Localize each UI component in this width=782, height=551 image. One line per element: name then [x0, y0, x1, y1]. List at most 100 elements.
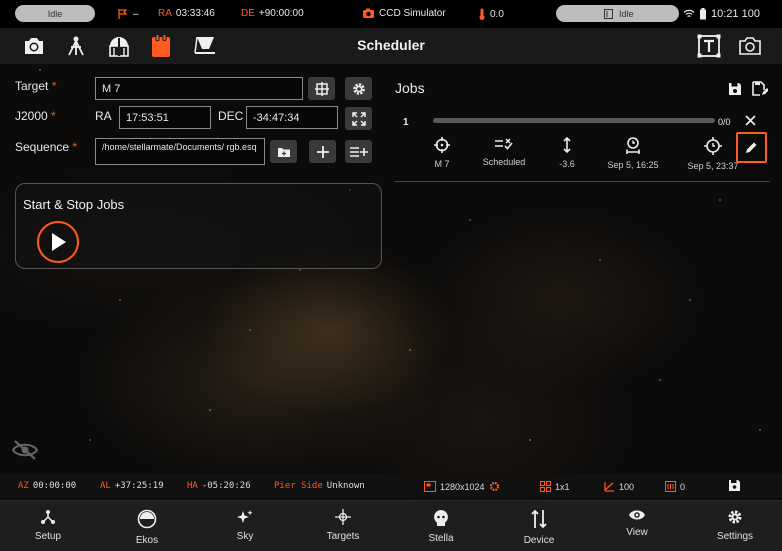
expand-coords-button[interactable]: [345, 107, 372, 130]
ra-status-value: 03:33:46: [175, 8, 215, 19]
system-tray: 10:21 100: [683, 8, 760, 20]
start-button[interactable]: [37, 221, 79, 263]
nav-targets[interactable]: Targets: [303, 509, 383, 542]
de-status-value: +90:00:00: [258, 8, 304, 19]
page-title: Scheduler: [357, 37, 425, 53]
pencil-icon: [746, 142, 757, 153]
gain-icon: [604, 482, 614, 492]
view-icon: [629, 510, 645, 520]
dec-input[interactable]: -34:47:34: [246, 106, 338, 129]
device-icon: [531, 509, 547, 529]
text-frame-icon: [697, 34, 721, 58]
text-tool-button[interactable]: [696, 33, 722, 59]
save-icon: [729, 83, 741, 95]
nav-ekos[interactable]: Ekos: [107, 509, 187, 546]
ra-status: RA 03:33:46: [158, 8, 215, 19]
add-job-button[interactable]: [309, 140, 336, 163]
job-end-time-value: Sep 5, 23:37: [687, 161, 739, 171]
sky-icon: [237, 510, 253, 523]
j2000-label: J2000 *: [15, 109, 56, 123]
status-bar: Idle – RA 03:33:46 DE +90:00:00 CCD Simu…: [0, 0, 782, 28]
thermometer-icon: [479, 8, 485, 20]
end-time-icon: [704, 137, 722, 155]
job-status-cell: Scheduled: [469, 137, 539, 167]
folder-icon: [277, 147, 290, 157]
jobs-title: Jobs: [395, 80, 425, 96]
ra-label: RA: [95, 109, 112, 123]
target-settings-button[interactable]: [345, 77, 372, 100]
binning-readout: 1x1: [540, 481, 570, 492]
dec-label: DEC: [218, 109, 244, 123]
setup-icon: [41, 510, 55, 524]
de-status-label: DE: [241, 8, 255, 19]
crosshair-frame-icon: [314, 81, 329, 96]
expand-arrows-icon: [351, 111, 366, 126]
start-time-icon: [626, 137, 640, 154]
stella-icon: [434, 510, 448, 526]
nav-setup[interactable]: Setup: [8, 509, 88, 542]
camera-name: CCD Simulator: [379, 8, 446, 19]
az-readout: AZ 00:00:00: [18, 481, 77, 491]
camera-status: CCD Simulator: [362, 8, 446, 19]
mount-dash: –: [133, 8, 139, 20]
edit-job-button[interactable]: [736, 132, 767, 163]
nav-settings[interactable]: Settings: [695, 509, 775, 542]
find-target-button[interactable]: [308, 77, 335, 100]
close-icon: [745, 115, 756, 126]
save-frame-button[interactable]: [728, 479, 741, 492]
resolution-readout[interactable]: 1280x1024: [424, 481, 500, 492]
start-stop-card: Start & Stop Jobs: [15, 183, 382, 269]
idle-status-pill: Idle: [15, 5, 95, 22]
nav-stella[interactable]: Stella: [401, 509, 481, 544]
browse-sequence-button[interactable]: [270, 140, 297, 163]
module-toolbar: Scheduler: [0, 28, 782, 64]
offset-icon: [665, 481, 676, 492]
save-as-icon: [752, 81, 768, 96]
clock: 10:21 100: [711, 8, 760, 20]
save-jobs-button[interactable]: [728, 82, 742, 96]
save-as-jobs-button[interactable]: [752, 81, 768, 97]
list-plus-icon: [349, 146, 368, 157]
gear-icon: [352, 82, 365, 95]
ha-readout: HA -05:20:26: [187, 481, 251, 491]
gear-small-icon: [489, 481, 499, 492]
job-altitude-cell: -3.6: [532, 137, 602, 169]
right-status-pill: Idle: [556, 5, 679, 22]
preview-camera-button[interactable]: [737, 33, 763, 59]
bottom-nav: Setup Ekos Sky Targets Stella Device Vie…: [0, 500, 782, 551]
crosshair-icon: [434, 137, 450, 153]
right-status-text: Idle: [619, 8, 634, 19]
jobs-divider: [395, 181, 770, 182]
job-index: 1: [403, 117, 409, 128]
remove-job-button[interactable]: [745, 115, 756, 126]
nav-device[interactable]: Device: [499, 509, 579, 546]
add-list-button[interactable]: [345, 140, 372, 163]
nav-view[interactable]: View: [597, 509, 677, 538]
settings-icon: [728, 510, 742, 524]
battery-icon: [700, 8, 706, 20]
pier-side-readout: Pier Side Unknown: [274, 481, 365, 491]
play-icon: [52, 233, 66, 251]
hide-overlay-button[interactable]: [12, 440, 38, 460]
grid-icon: [540, 481, 551, 492]
job-status-value: Scheduled: [482, 157, 526, 167]
offset-readout: 0: [665, 481, 685, 492]
de-status: DE +90:00:00: [241, 8, 304, 19]
job-progress-bar: [433, 118, 715, 123]
job-start-time-cell: Sep 5, 16:25: [598, 137, 668, 170]
start-stop-title: Start & Stop Jobs: [23, 197, 125, 212]
target-input[interactable]: M 7: [95, 77, 303, 100]
job-target-value: M 7: [434, 159, 450, 169]
save-small-icon: [729, 480, 740, 491]
temperature-value: 0.0: [490, 8, 504, 20]
flag-icon: [118, 9, 128, 19]
plus-icon: [316, 145, 329, 158]
ra-input[interactable]: 17:53:51: [119, 106, 211, 129]
altitude-arrow-icon: [563, 137, 571, 153]
camera-small-icon: [363, 8, 374, 18]
status-list-icon: [495, 138, 513, 150]
frame-icon: [424, 481, 436, 492]
nav-sky[interactable]: Sky: [205, 509, 285, 542]
sequence-path-input[interactable]: /home/stellarmate/Documents/ rgb.esq: [95, 138, 265, 165]
wifi-icon: [683, 9, 695, 17]
